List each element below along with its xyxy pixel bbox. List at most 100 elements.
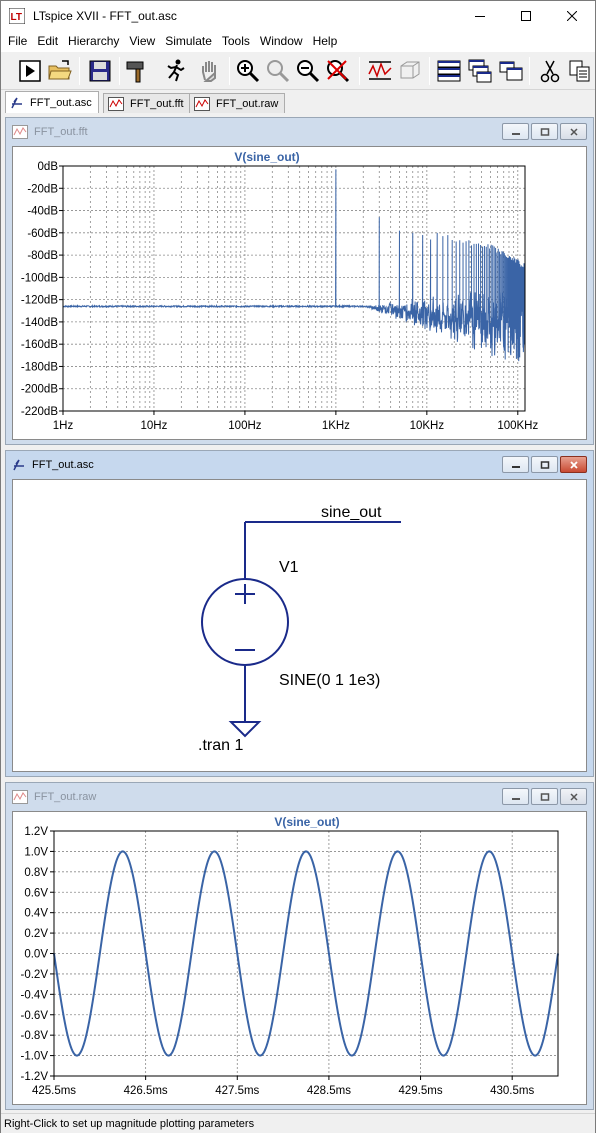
tab-fft-out-fft[interactable]: FFT_out.fft [103,93,191,113]
waveform-icon [194,96,210,111]
raw-chart[interactable]: V(sine_out) 1.2V 1.0V 0.8V 0.6V 0.4V 0.2V 0.0V… [13,812,588,1104]
menu-bar: File Edit Hierarchy View Simulate Tools … [1,31,595,52]
ground-symbol [228,721,262,738]
fft-y-tick-label: -80dB [27,250,58,262]
raw-y-tick-label: 0.2V [24,928,48,940]
menu-simulate[interactable]: Simulate [160,31,217,52]
fft-y-tick-label: -140dB [21,317,58,329]
raw-y-tick-label: 0.4V [24,908,48,920]
toolbar-separator [529,57,530,85]
fft-y-tick-label: -60dB [27,228,58,240]
minimize-icon [511,132,520,135]
tab-fft-out-asc[interactable]: FFT_out.asc [5,91,99,113]
close-icon [567,11,577,21]
menu-file[interactable]: File [3,31,32,52]
raw-window-title: FFT_out.raw [34,790,97,803]
raw-x-tick-label: 429.5ms [398,1085,442,1097]
waveform-icon [12,124,28,139]
schematic-close-button[interactable] [560,456,587,473]
fft-window-titlebar: FFT_out.fft [6,118,593,145]
toolbar-separator [429,57,430,85]
halt-run-icon [167,59,185,82]
menu-help[interactable]: Help [308,31,343,52]
raw-y-tick-label: 0.6V [24,887,48,899]
raw-y-tick-label: -0.2V [21,969,49,981]
fft-plot-area[interactable]: V(sine_out) 0dB -20dB -40dB -60dB -80dB -100d… [12,146,587,440]
zoom-area-button[interactable] [265,58,291,84]
maximize-icon [540,127,549,136]
fft-x-tick-label: 10Hz [141,420,168,432]
tab-label: FFT_out.raw [216,97,279,110]
raw-y-tick-label: -0.6V [21,1010,49,1022]
tile-vertical-button[interactable] [498,58,524,84]
zoom-cancel-button[interactable] [325,58,351,84]
status-bar: Right-Click to set up magnitude plotting… [1,1113,595,1133]
maximize-icon [540,792,549,801]
raw-x-tick-label: 428.5ms [307,1085,351,1097]
maximize-icon [521,11,531,21]
zoom-out-button[interactable] [295,58,321,84]
fft-plot-window: FFT_out.fft V(sine_out) 0dB -20dB -40dB -60… [5,117,594,445]
raw-minimize-button[interactable] [502,788,529,805]
fft-chart[interactable]: V(sine_out) 0dB -20dB -40dB -60dB -80dB -100d… [13,147,588,439]
cut-button[interactable] [537,58,563,84]
zoom-area-icon [267,60,290,83]
close-icon [569,127,578,136]
toolbar-separator [79,57,80,85]
run-button[interactable] [17,58,43,84]
schematic-maximize-button[interactable] [531,456,558,473]
cascade-button[interactable] [467,58,493,84]
fft-y-tick-label: -20dB [27,183,58,195]
zoom-in-button[interactable] [235,58,261,84]
menu-view[interactable]: View [124,31,160,52]
fft-window-title: FFT_out.fft [34,125,88,138]
raw-x-tick-label: 427.5ms [215,1085,259,1097]
fft-y-tick-label: 0dB [38,161,59,173]
maximize-button[interactable] [503,1,549,31]
schematic-canvas[interactable]: sine_out V1 SINE(0 1 1e3) .tran 1 [12,479,587,772]
close-button[interactable] [549,1,595,31]
menu-edit[interactable]: Edit [32,31,63,52]
tab-label: FFT_out.asc [30,96,92,109]
minimize-icon [511,465,520,468]
open-button[interactable] [47,58,73,84]
3d-view-icon [400,61,420,79]
schematic-minimize-button[interactable] [502,456,529,473]
ltspice-window: LT LTspice XVII - FFT_out.asc File Edit … [0,0,596,1133]
fft-x-tick-label: 100KHz [497,420,538,432]
waveform-icon [108,96,124,111]
spice-directive: .tran 1 [198,737,243,754]
open-folder-icon [48,60,72,80]
fft-x-tick-label: 1KHz [322,420,350,432]
menu-hierarchy[interactable]: Hierarchy [63,31,124,52]
copy-button[interactable] [567,58,593,84]
menu-tools[interactable]: Tools [217,31,255,52]
document-tabs: FFT_out.asc FFT_out.fft FFT_out.raw [1,91,595,115]
schematic-drawing[interactable]: sine_out V1 SINE(0 1 1e3) .tran 1 [13,480,588,771]
toolbar-separator [119,57,120,85]
raw-maximize-button[interactable] [531,788,558,805]
control-panel-button[interactable] [125,58,151,84]
raw-window-titlebar: FFT_out.raw [6,783,593,810]
fft-close-button[interactable] [560,123,587,140]
halt-button[interactable] [163,58,189,84]
fft-minimize-button[interactable] [502,123,529,140]
autorange-button[interactable] [367,58,393,84]
component-value: SINE(0 1 1e3) [279,672,380,689]
raw-chart-title: V(sine_out) [274,815,339,829]
menu-window[interactable]: Window [255,31,308,52]
fft-x-tick-label: 100Hz [228,420,261,432]
fft-maximize-button[interactable] [531,123,558,140]
3d-view-button[interactable] [397,58,423,84]
minimize-button[interactable] [457,1,503,31]
raw-plot-area[interactable]: V(sine_out) 1.2V 1.0V 0.8V 0.6V 0.4V 0.2V 0.0V… [12,811,587,1105]
ltspice-logo-icon: LT [9,8,25,24]
raw-close-button[interactable] [560,788,587,805]
tab-fft-out-raw[interactable]: FFT_out.raw [189,93,286,113]
save-button[interactable] [87,58,113,84]
raw-x-tick-label: 426.5ms [124,1085,168,1097]
title-bar: LT LTspice XVII - FFT_out.asc [1,1,595,31]
copy-icon [569,60,590,82]
tile-horizontal-button[interactable] [436,58,462,84]
pan-button[interactable] [197,58,223,84]
